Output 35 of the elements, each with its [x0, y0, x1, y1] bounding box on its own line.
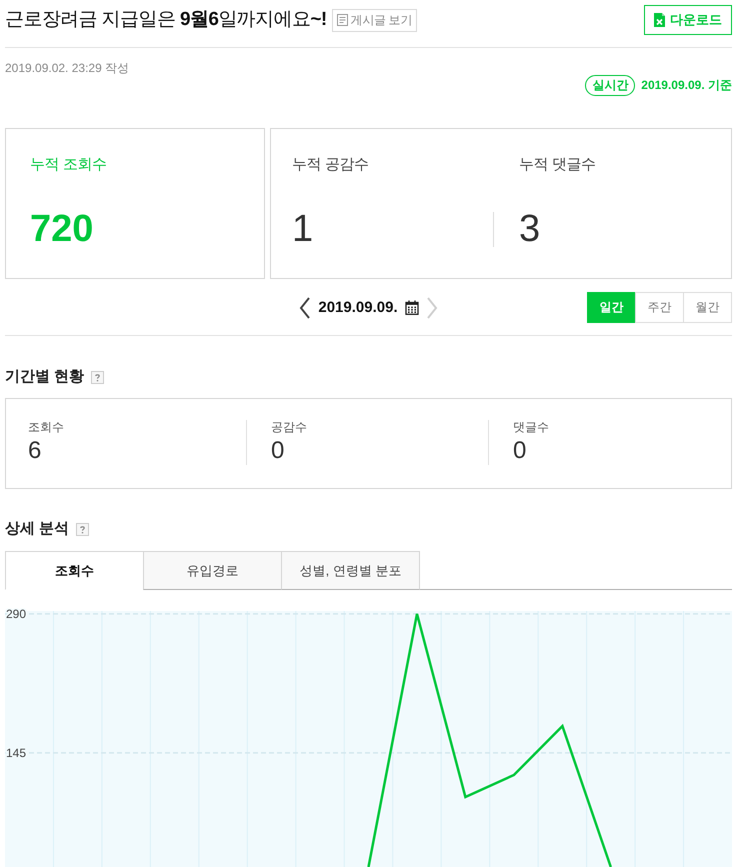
stat-value: 1 [292, 212, 314, 247]
written-date: 2019.09.02. 23:29 작성 [5, 60, 130, 76]
stat-value: 3 [519, 212, 540, 247]
document-icon [336, 14, 348, 26]
section-title: 기간별 현황 [5, 367, 84, 387]
file-icon [654, 13, 665, 27]
help-icon[interactable] [76, 522, 90, 536]
period-tab[interactable]: 일간 [587, 292, 636, 323]
period-tab[interactable]: 주간 [635, 292, 684, 323]
analysis-tab[interactable]: 유입경로 [143, 551, 282, 590]
stat-value: 720 [30, 212, 94, 247]
analysis-tab[interactable]: 성별, 연령별 분포 [281, 551, 420, 590]
stat-label: 댓글수 [513, 420, 550, 434]
basis-date: 2019.09.09. 기준 [641, 76, 732, 94]
view-post-button[interactable]: 게시글 보기 [332, 8, 418, 32]
analysis-tab[interactable]: 조회수 [5, 551, 144, 590]
stat-value: 6 [28, 437, 42, 465]
stat-value: 0 [513, 437, 528, 465]
calendar-icon[interactable] [404, 300, 419, 315]
chevron-left-icon[interactable] [299, 296, 312, 318]
stat-label: 공감수 [271, 420, 308, 434]
section-title: 상세 분석 [5, 519, 70, 539]
realtime-badge: 실시간 [585, 74, 636, 96]
axis-label: 290 [6, 607, 26, 622]
date-label: 2019.09.09. [318, 299, 398, 316]
period-tab[interactable]: 월간 [683, 292, 732, 323]
help-icon[interactable] [91, 370, 104, 384]
axis-label: 145 [6, 746, 26, 760]
stat-value: 0 [271, 437, 286, 465]
post-title: 근로장려금 지급일은 9월6일까지에요~! [5, 8, 327, 32]
stat-label: 누적 댓글수 [518, 155, 597, 175]
stat-label: 누적 공감수 [292, 155, 370, 175]
stat-label: 조회수 [28, 420, 65, 434]
stat-label: 누적 조회수 [30, 155, 108, 175]
download-button[interactable]: 다운로드 [644, 5, 732, 35]
